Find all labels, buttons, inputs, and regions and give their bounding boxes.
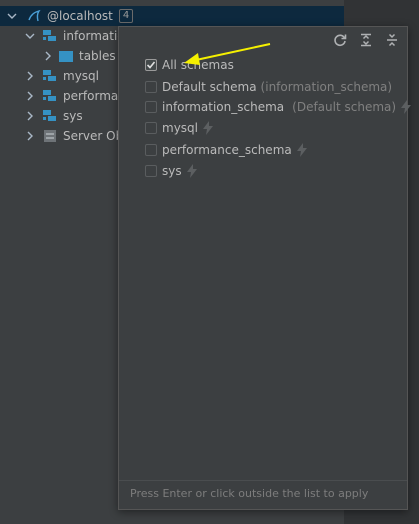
chevron-right-icon[interactable] xyxy=(24,130,36,142)
folder-icon xyxy=(58,48,74,64)
mysql-dolphin-icon xyxy=(26,8,42,24)
schema-option-label: performance_schema xyxy=(162,143,292,157)
schema-option-label: information_schema xyxy=(162,100,285,114)
tree-item-label: mysql xyxy=(63,69,99,83)
refresh-icon[interactable] xyxy=(331,31,349,49)
tree-row-tables[interactable]: tables xyxy=(42,46,116,66)
schema-option-hint: (information_schema) xyxy=(260,80,393,94)
tree-row-sys[interactable]: sys xyxy=(24,106,83,126)
chevron-right-icon[interactable] xyxy=(24,110,36,122)
schema-checkbox[interactable] xyxy=(145,144,157,156)
database-icon xyxy=(42,68,58,84)
chevron-right-icon[interactable] xyxy=(24,90,36,102)
bolt-icon xyxy=(296,143,308,157)
chevron-down-icon[interactable] xyxy=(24,30,36,42)
expand-all-icon[interactable] xyxy=(357,31,375,49)
schema-checkbox[interactable] xyxy=(145,165,157,177)
schema-option-label: mysql xyxy=(162,121,198,135)
chevron-down-icon[interactable] xyxy=(6,10,18,22)
footer-hint-text: Press Enter or click outside the list to… xyxy=(130,487,369,500)
tree-item-label: sys xyxy=(63,109,83,123)
schema-option-performance-schema[interactable]: performance_schema xyxy=(145,140,308,160)
schema-selection-popup: All schemas Default schema (information_… xyxy=(118,26,412,510)
schema-option-label: sys xyxy=(162,164,182,178)
tree-row-mysql[interactable]: mysql xyxy=(24,66,99,86)
tree-item-label: @localhost xyxy=(47,9,113,23)
all-schemas-checkbox[interactable] xyxy=(145,59,157,71)
bolt-icon xyxy=(400,100,412,114)
bolt-icon xyxy=(186,164,198,178)
schema-checkbox[interactable] xyxy=(145,122,157,134)
database-icon xyxy=(42,28,58,44)
collapse-all-icon[interactable] xyxy=(383,31,401,49)
all-schemas-option[interactable]: All schemas xyxy=(145,55,234,75)
tree-row-localhost[interactable]: @localhost 4 xyxy=(0,6,344,26)
server-objects-icon xyxy=(42,128,58,144)
schema-checkbox[interactable] xyxy=(145,81,157,93)
all-schemas-label: All schemas xyxy=(162,58,234,72)
popup-toolbar xyxy=(331,31,401,49)
schema-option-default[interactable]: Default schema (information_schema) xyxy=(145,77,392,97)
database-icon xyxy=(42,88,58,104)
database-icon xyxy=(42,108,58,124)
tree-item-label: tables xyxy=(79,49,116,63)
chevron-right-icon[interactable] xyxy=(42,50,54,62)
schema-checkbox[interactable] xyxy=(145,101,157,113)
schema-option-mysql[interactable]: mysql xyxy=(145,118,214,138)
schema-option-label: Default schema xyxy=(162,80,257,94)
popup-footer: Press Enter or click outside the list to… xyxy=(119,480,407,509)
chevron-right-icon[interactable] xyxy=(24,70,36,82)
count-badge: 4 xyxy=(118,9,134,23)
schema-option-hint: (Default schema) xyxy=(292,100,397,114)
schema-option-information-schema[interactable]: information_schema (Default schema) xyxy=(145,97,412,117)
bolt-icon xyxy=(202,121,214,135)
schema-option-sys[interactable]: sys xyxy=(145,161,198,181)
